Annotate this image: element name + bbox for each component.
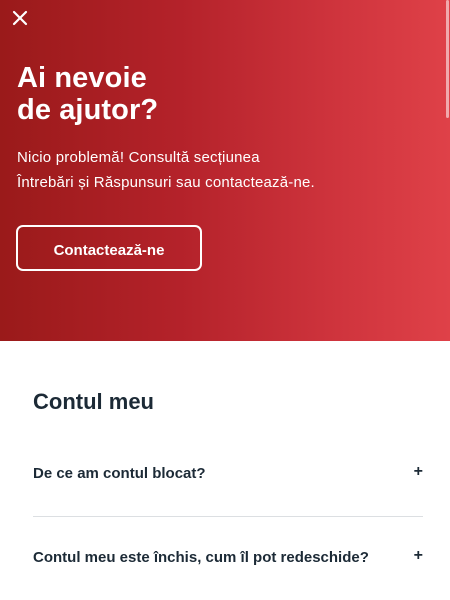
close-icon[interactable] [10, 8, 30, 28]
hero-description: Nicio problemă! Consultă secțiunea Între… [17, 145, 437, 195]
help-panel: Ai nevoie de ajutor? Nicio problemă! Con… [0, 0, 450, 600]
plus-icon[interactable]: + [414, 463, 423, 481]
faq-question: De ce am contul blocat? [33, 465, 206, 482]
faq-question: Contul meu este închis, cum îl pot redes… [33, 549, 369, 566]
faq-section: Contul meu De ce am contul blocat? + Con… [0, 341, 450, 600]
faq-item-reopen-account[interactable]: Contul meu este închis, cum îl pot redes… [33, 538, 423, 578]
faq-item-blocked-account[interactable]: De ce am contul blocat? + [33, 454, 423, 494]
faq-divider [33, 516, 423, 517]
hero-title: Ai nevoie de ajutor? [17, 62, 158, 126]
plus-icon[interactable]: + [414, 547, 423, 565]
hero-description-line-1: Nicio problemă! Consultă secțiunea [17, 149, 260, 166]
hero-title-line-1: Ai nevoie [17, 62, 147, 94]
section-title: Contul meu [33, 389, 154, 414]
contact-button[interactable]: Contactează-ne [16, 225, 202, 271]
help-hero: Ai nevoie de ajutor? Nicio problemă! Con… [0, 0, 450, 341]
hero-description-line-2: Întrebări și Răspunsuri sau contactează-… [17, 174, 315, 191]
hero-title-line-2: de ajutor? [17, 94, 159, 126]
scrollbar[interactable] [446, 0, 449, 118]
